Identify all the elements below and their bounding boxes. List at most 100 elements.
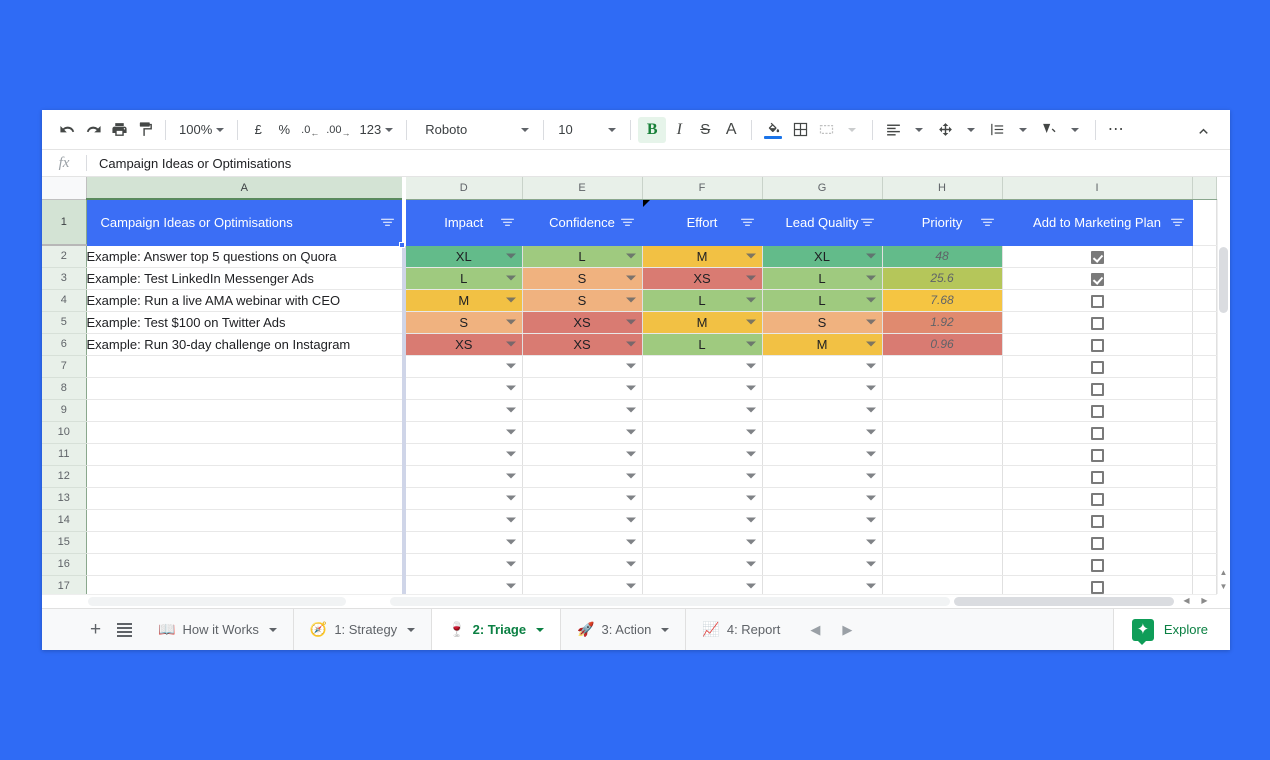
previous-sheet-icon[interactable]: ◀: [810, 622, 820, 638]
sheet-tab-1-strategy[interactable]: 🧭 1: Strategy: [293, 609, 433, 650]
dropdown-cell[interactable]: XL: [762, 245, 883, 268]
checkbox-cell[interactable]: [1002, 355, 1193, 378]
dropdown-cell[interactable]: [522, 487, 643, 510]
chevron-down-icon[interactable]: [625, 473, 636, 479]
task-cell[interactable]: Example: Run 30-day challenge on Instagr…: [86, 333, 406, 356]
dropdown-cell[interactable]: [762, 531, 883, 554]
dropdown-cell[interactable]: [404, 421, 523, 444]
chevron-down-icon[interactable]: [625, 583, 636, 589]
italic-button[interactable]: I: [666, 117, 692, 143]
task-cell[interactable]: [86, 487, 406, 510]
sheet-tab-4-report[interactable]: 📈 4: Report: [686, 609, 793, 650]
header-cell[interactable]: Add to Marketing Plan: [1002, 199, 1193, 246]
dropdown-cell[interactable]: [762, 509, 883, 532]
column-header-extra[interactable]: [1192, 177, 1217, 200]
scroll-left-icon[interactable]: ◀: [1180, 596, 1193, 606]
checkbox-cell[interactable]: [1002, 267, 1193, 290]
dropdown-cell[interactable]: [762, 421, 883, 444]
empty-cell[interactable]: [1192, 311, 1217, 334]
chevron-down-icon[interactable]: [865, 253, 876, 259]
checkbox-cell[interactable]: [1002, 531, 1193, 554]
chevron-down-icon[interactable]: [865, 451, 876, 457]
fill-color-button[interactable]: [759, 120, 787, 139]
sheet-tab-2-triage[interactable]: 🍷 2: Triage: [432, 609, 562, 650]
chevron-down-icon[interactable]: [865, 473, 876, 479]
priority-cell[interactable]: [882, 531, 1003, 554]
text-color-button[interactable]: A: [718, 117, 744, 143]
row-header-15[interactable]: 15: [42, 531, 87, 554]
empty-cell[interactable]: [1192, 531, 1217, 554]
checkbox-cell[interactable]: [1002, 465, 1193, 488]
filter-icon[interactable]: [381, 217, 394, 228]
zoom-select[interactable]: 100%: [173, 117, 230, 143]
priority-cell[interactable]: [882, 399, 1003, 422]
chevron-down-icon[interactable]: [625, 429, 636, 435]
priority-cell[interactable]: 0.96: [882, 333, 1003, 356]
chevron-down-icon[interactable]: [268, 627, 277, 632]
explore-button[interactable]: ✦ Explore: [1112, 609, 1230, 650]
empty-cell[interactable]: [1192, 267, 1217, 290]
task-cell[interactable]: [86, 355, 406, 378]
chevron-down-icon[interactable]: [625, 517, 636, 523]
add-to-plan-checkbox[interactable]: [1090, 426, 1104, 440]
priority-cell[interactable]: 25.6: [882, 267, 1003, 290]
chevron-down-icon[interactable]: [536, 627, 545, 632]
priority-cell[interactable]: [882, 421, 1003, 444]
priority-cell[interactable]: 1.92: [882, 311, 1003, 334]
dropdown-cell[interactable]: M: [404, 289, 523, 312]
dropdown-cell[interactable]: [642, 421, 763, 444]
dropdown-cell[interactable]: [642, 355, 763, 378]
chevron-down-icon[interactable]: [505, 253, 516, 259]
dropdown-cell[interactable]: [404, 377, 523, 400]
number-format-select[interactable]: 123: [354, 117, 400, 143]
add-to-plan-checkbox[interactable]: [1090, 404, 1104, 418]
vertical-align-caret[interactable]: [958, 117, 984, 143]
chevron-down-icon[interactable]: [865, 385, 876, 391]
redo-icon[interactable]: [80, 117, 106, 143]
dropdown-cell[interactable]: [762, 355, 883, 378]
task-cell[interactable]: [86, 465, 406, 488]
text-wrap-button[interactable]: [984, 117, 1010, 143]
row-header-13[interactable]: 13: [42, 487, 87, 510]
dropdown-cell[interactable]: [522, 355, 643, 378]
dropdown-cell[interactable]: [522, 531, 643, 554]
checkbox-cell[interactable]: [1002, 509, 1193, 532]
row-header-5[interactable]: 5: [42, 311, 87, 334]
add-to-plan-checkbox[interactable]: [1090, 272, 1104, 286]
dropdown-cell[interactable]: [404, 531, 523, 554]
chevron-down-icon[interactable]: [505, 297, 516, 303]
merge-options-caret[interactable]: [839, 117, 865, 143]
empty-cell[interactable]: [1192, 487, 1217, 510]
dropdown-cell[interactable]: [404, 355, 523, 378]
filter-icon[interactable]: [620, 217, 634, 228]
chevron-down-icon[interactable]: [865, 275, 876, 281]
chevron-down-icon[interactable]: [865, 341, 876, 347]
dropdown-cell[interactable]: XS: [522, 311, 643, 334]
header-cell[interactable]: Effort: [642, 199, 763, 246]
dropdown-cell[interactable]: L: [642, 289, 763, 312]
chevron-down-icon[interactable]: [625, 297, 636, 303]
dropdown-cell[interactable]: M: [642, 245, 763, 268]
horizontal-align-caret[interactable]: [906, 117, 932, 143]
add-to-plan-checkbox[interactable]: [1090, 294, 1104, 308]
dropdown-cell[interactable]: XS: [522, 333, 643, 356]
priority-cell[interactable]: [882, 487, 1003, 510]
row-header-12[interactable]: 12: [42, 465, 87, 488]
row-header-1[interactable]: 1: [42, 199, 87, 246]
increase-decimal-button[interactable]: .00 →: [323, 117, 353, 143]
row-header-6[interactable]: 6: [42, 333, 87, 356]
dropdown-cell[interactable]: M: [762, 333, 883, 356]
task-cell[interactable]: [86, 553, 406, 576]
chevron-down-icon[interactable]: [625, 495, 636, 501]
priority-cell[interactable]: [882, 443, 1003, 466]
filter-icon[interactable]: [860, 217, 874, 228]
chevron-down-icon[interactable]: [661, 627, 670, 632]
chevron-down-icon[interactable]: [625, 319, 636, 325]
vertical-scrollbar[interactable]: ▲ ▼: [1217, 199, 1230, 594]
dropdown-cell[interactable]: XS: [404, 333, 523, 356]
task-cell[interactable]: Example: Run a live AMA webinar with CEO: [86, 289, 406, 312]
decrease-decimal-button[interactable]: .0 ←: [297, 117, 323, 143]
priority-cell[interactable]: 48: [882, 245, 1003, 268]
chevron-down-icon[interactable]: [745, 385, 756, 391]
checkbox-cell[interactable]: [1002, 553, 1193, 576]
